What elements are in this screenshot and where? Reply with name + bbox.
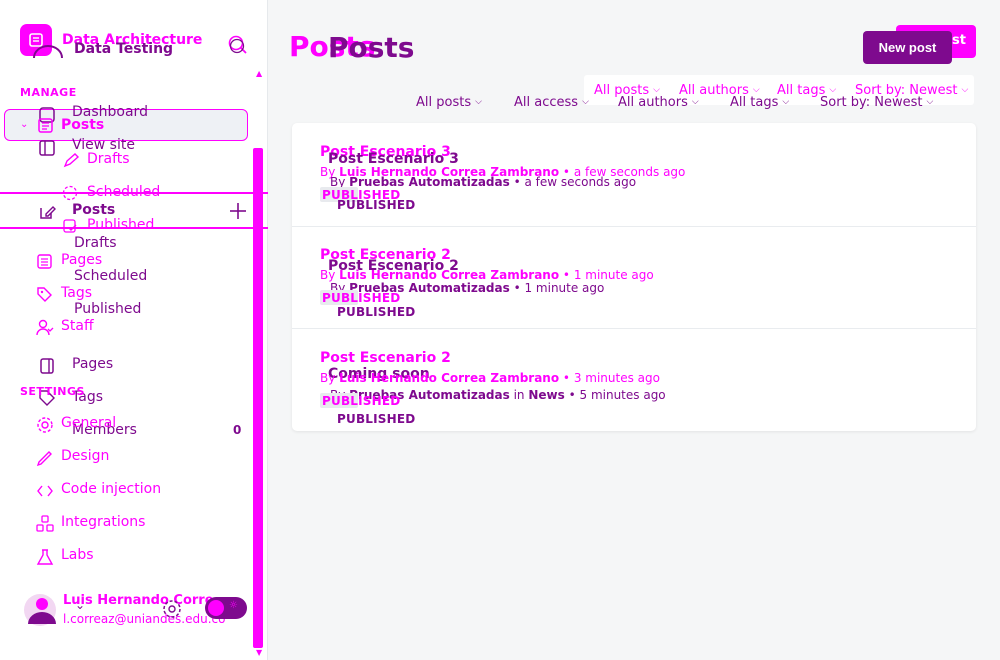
filter-sort-secondary[interactable]: Sort by: Newest ⌵: [820, 95, 933, 110]
status-badge-secondary: PUBLISHED: [337, 305, 416, 319]
filter-all-tags-secondary[interactable]: All tags ⌵: [730, 95, 789, 110]
chevron-down-icon: ⌵: [782, 97, 790, 107]
page-title-secondary: Posts: [328, 31, 415, 64]
filter-all-posts-secondary[interactable]: All posts ⌵: [416, 95, 482, 110]
new-post-button[interactable]: New post: [863, 31, 952, 64]
main-layer: Posts Posts New post New post All posts⌵…: [0, 0, 1000, 660]
status-badge-secondary: PUBLISHED: [337, 198, 416, 212]
post-meta-secondary: By Pruebas Automatizadas • a few seconds…: [330, 175, 637, 189]
post-meta: By Luis Hernando Correa Zambrano • 3 min…: [320, 371, 660, 385]
chevron-down-icon: ⌵: [475, 97, 482, 107]
chevron-down-icon: ⌵: [653, 85, 660, 95]
post-meta: By Luis Hernando Correa Zambrano • 1 min…: [320, 268, 654, 282]
status-badge: PUBLISHED: [322, 291, 401, 305]
chevron-down-icon: ⌵: [752, 85, 760, 95]
chevron-down-icon: ⌵: [829, 85, 837, 95]
post-title[interactable]: Post Escenario 2: [320, 350, 451, 366]
filter-all-access[interactable]: All access ⌵: [514, 95, 589, 110]
chevron-down-icon: ⌵: [961, 85, 969, 95]
chevron-down-icon: ⌵: [582, 97, 589, 107]
status-badge: PUBLISHED: [322, 394, 401, 408]
status-badge-secondary: PUBLISHED: [337, 412, 416, 426]
chevron-down-icon: ⌵: [691, 97, 699, 107]
chevron-down-icon: ⌵: [926, 97, 934, 107]
filter-all-authors-secondary[interactable]: All authors ⌵: [618, 95, 699, 110]
